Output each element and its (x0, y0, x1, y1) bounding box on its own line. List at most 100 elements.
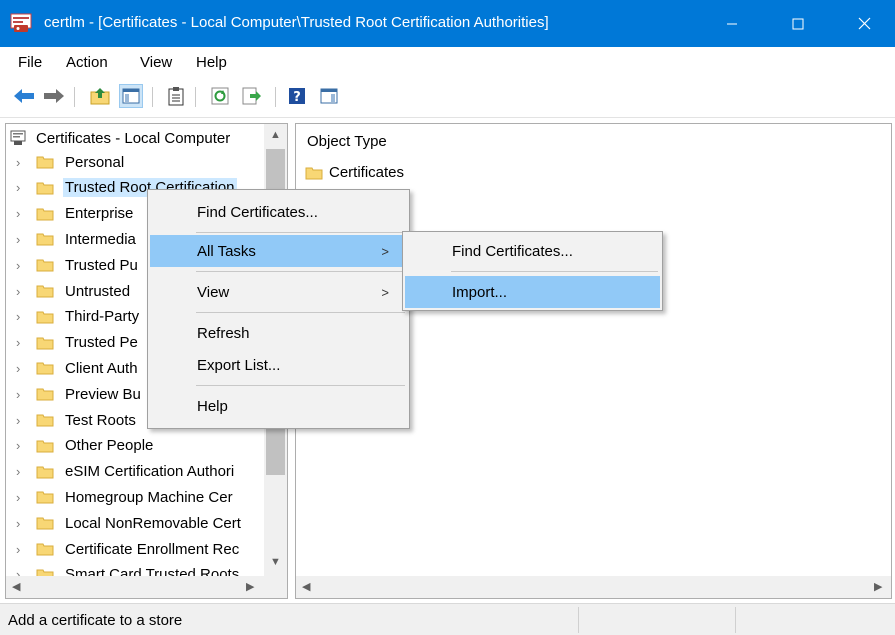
expand-chevron-icon[interactable]: › (6, 284, 36, 299)
scroll-right-icon[interactable]: ▶ (246, 580, 254, 593)
expand-chevron-icon[interactable]: › (6, 206, 36, 221)
properties-button[interactable] (164, 84, 188, 108)
expand-chevron-icon[interactable]: › (6, 542, 36, 557)
expand-chevron-icon[interactable]: › (6, 438, 36, 453)
tree-item[interactable]: › Certificate Enrollment Rec (6, 537, 241, 561)
help-button[interactable]: ? (285, 84, 309, 108)
submenu-item-find-certificates[interactable]: Find Certificates... (405, 235, 660, 267)
svg-text:?: ? (293, 90, 301, 105)
expand-chevron-icon[interactable]: › (6, 387, 36, 402)
export-list-button[interactable] (240, 84, 264, 108)
folder-icon (36, 310, 54, 324)
scroll-down-icon[interactable]: ▼ (270, 556, 281, 568)
close-button[interactable] (836, 0, 892, 47)
refresh-button[interactable] (208, 84, 232, 108)
menu-item-all-tasks[interactable]: All Tasks > (150, 235, 407, 267)
expand-chevron-icon[interactable]: › (6, 180, 36, 195)
tree-item[interactable]: › Personal (6, 150, 126, 174)
minimize-button[interactable] (704, 0, 760, 47)
maximize-button[interactable] (770, 0, 826, 47)
expand-chevron-icon[interactable]: › (6, 413, 36, 428)
tree-item[interactable]: › Homegroup Machine Cer (6, 485, 235, 509)
folder-icon (36, 387, 54, 401)
back-button[interactable] (12, 84, 36, 108)
menu-item-export-list[interactable]: Export List... (150, 349, 407, 381)
scroll-up-icon[interactable]: ▲ (270, 129, 281, 141)
tree-item-label: eSIM Certification Authori (65, 463, 235, 481)
menu-item-find-certificates[interactable]: Find Certificates... (150, 196, 407, 228)
menu-action[interactable]: Action (66, 54, 108, 71)
menu-item-view[interactable]: View > (150, 276, 407, 308)
tree-item[interactable]: › Intermedia (6, 227, 138, 251)
scroll-left-icon[interactable]: ◀ (302, 580, 310, 593)
tree-item[interactable]: › Untrusted (6, 279, 132, 303)
details-horizontal-scrollbar[interactable]: ◀ ▶ (296, 576, 891, 598)
submenu-item-import[interactable]: Import... (405, 276, 660, 308)
folder-icon (36, 258, 54, 272)
folder-icon (36, 284, 54, 298)
tree-horizontal-scrollbar[interactable]: ◀ ▶ (6, 576, 287, 598)
tree-item[interactable]: › Enterprise (6, 202, 135, 226)
tree-root[interactable]: Certificates - Local Computer (10, 127, 230, 149)
tree-item[interactable]: › Client Auth (6, 356, 140, 380)
tree-item[interactable]: › Trusted Pe (6, 331, 140, 355)
tree-item[interactable]: › Trusted Pu (6, 253, 140, 277)
toolbar: ? (0, 79, 895, 115)
expand-chevron-icon[interactable]: › (6, 361, 36, 376)
expand-chevron-icon[interactable]: › (6, 258, 36, 273)
toolbar-separator (275, 87, 276, 107)
menu-help[interactable]: Help (196, 54, 227, 71)
action-pane-icon (320, 88, 338, 104)
folder-icon (36, 413, 54, 427)
expand-chevron-icon[interactable]: › (6, 309, 36, 324)
chevron-right-icon: > (381, 284, 389, 300)
menu-item-refresh[interactable]: Refresh (150, 317, 407, 349)
maximize-icon (792, 18, 804, 29)
expand-chevron-icon[interactable]: › (6, 335, 36, 350)
tree-item-label: Enterprise (65, 205, 134, 223)
minimize-icon (727, 23, 737, 24)
expand-chevron-icon[interactable]: › (6, 490, 36, 505)
tree-item[interactable]: › Test Roots (6, 408, 138, 432)
forward-button[interactable] (42, 84, 66, 108)
expand-chevron-icon[interactable]: › (6, 464, 36, 479)
tree-item[interactable]: › eSIM Certification Authori (6, 460, 236, 484)
menu-view[interactable]: View (140, 54, 172, 71)
folder-icon (36, 155, 54, 169)
tree-item[interactable]: › Preview Bu (6, 382, 143, 406)
properties-icon (168, 87, 184, 106)
menu-item-view-label: View (197, 283, 230, 301)
folder-icon (305, 167, 323, 179)
menu-item-all-tasks-label: All Tasks (197, 242, 256, 260)
scroll-left-icon[interactable]: ◀ (12, 580, 20, 593)
list-item-certificates[interactable]: Certificates (305, 164, 404, 181)
folder-icon (36, 465, 54, 479)
toolbar-separator (152, 87, 153, 107)
scroll-right-icon[interactable]: ▶ (874, 580, 882, 593)
menu-file[interactable]: File (18, 54, 42, 71)
expand-chevron-icon[interactable]: › (6, 516, 36, 531)
status-text: Add a certificate to a store (8, 612, 183, 629)
context-menu: Find Certificates... All Tasks > View > … (147, 189, 410, 429)
help-icon: ? (289, 88, 305, 105)
tree-item[interactable]: › Third-Party (6, 305, 141, 329)
tree-item[interactable]: › Local NonRemovable Cert (6, 511, 243, 535)
menu-item-help[interactable]: Help (150, 390, 407, 422)
tree-item[interactable]: › Other People (6, 434, 155, 458)
status-bar: Add a certificate to a store (0, 603, 895, 635)
toolbar-separator (74, 87, 75, 107)
expand-chevron-icon[interactable]: › (6, 155, 36, 170)
folder-icon (36, 207, 54, 221)
show-hide-action-pane-button[interactable] (317, 84, 341, 108)
export-list-icon (242, 87, 261, 105)
close-icon (858, 17, 870, 30)
folder-icon (36, 232, 54, 246)
menu-separator (451, 271, 658, 272)
column-header-object-type[interactable]: Object Type (307, 133, 387, 150)
show-hide-console-tree-button[interactable] (119, 84, 143, 108)
menu-separator (196, 232, 405, 233)
up-one-level-button[interactable] (88, 84, 112, 108)
tree-item-label: Intermedia (65, 230, 136, 248)
expand-chevron-icon[interactable]: › (6, 232, 36, 247)
forward-arrow-icon (44, 89, 64, 103)
